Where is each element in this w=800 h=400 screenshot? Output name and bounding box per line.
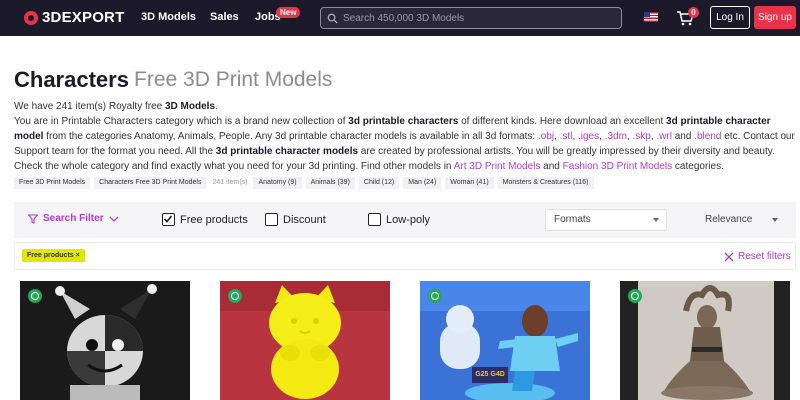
- free-products-label[interactable]: Free products: [180, 214, 248, 226]
- item-count: 241 item(s): [212, 179, 248, 186]
- product-image: G25 G4D: [420, 281, 590, 400]
- format-link-3dm[interactable]: .3dm: [605, 131, 627, 142]
- caret-down-icon: [772, 218, 778, 222]
- active-filters-bar: [14, 242, 796, 270]
- format-link-skp[interactable]: .skp: [632, 131, 650, 142]
- product-image-label: G25 G4D: [475, 371, 505, 378]
- breadcrumb: Free 3D Print Models Characters Free 3D …: [14, 177, 594, 191]
- signup-button[interactable]: Sign up: [754, 6, 796, 29]
- format-link-wrl[interactable]: .wrl: [656, 131, 672, 142]
- chevron-down-icon: [109, 216, 119, 222]
- format-link-blend[interactable]: .blend: [694, 131, 721, 142]
- format-link-obj[interactable]: .obj: [538, 131, 554, 142]
- login-button[interactable]: Log In: [710, 6, 750, 29]
- funnel-icon: [28, 213, 38, 224]
- format-link-iges[interactable]: .iges: [578, 131, 599, 142]
- subcategory-woman[interactable]: Woman (41): [445, 177, 494, 189]
- item-count-line: We have 241 item(s) Royalty free 3D Mode…: [14, 101, 218, 112]
- product-image: [620, 281, 790, 400]
- discount-checkbox[interactable]: [265, 213, 278, 226]
- logo-icon: [24, 10, 38, 25]
- product-card[interactable]: [620, 281, 790, 400]
- nav-sales[interactable]: Sales: [210, 11, 239, 23]
- printable-icon: [628, 289, 642, 303]
- free-products-checkbox[interactable]: [162, 213, 175, 226]
- format-link-stl[interactable]: .stl: [560, 131, 573, 142]
- discount-label[interactable]: Discount: [283, 214, 326, 226]
- caret-down-icon: [653, 218, 659, 222]
- printable-icon: [428, 289, 442, 303]
- nav-3d-models[interactable]: 3D Models: [141, 11, 196, 23]
- breadcrumb-item[interactable]: Free 3D Print Models: [14, 177, 91, 189]
- category-description: We have 241 item(s) Royalty free 3D Mode…: [14, 99, 796, 174]
- search-input[interactable]: [343, 12, 613, 24]
- art-category-link[interactable]: Art 3D Print Models: [454, 161, 541, 172]
- active-filter-tag[interactable]: Free products ×: [22, 249, 85, 262]
- fashion-category-link[interactable]: Fashion 3D Print Models: [563, 161, 673, 172]
- subcategory-animals[interactable]: Animals (39): [305, 177, 355, 189]
- product-image: [20, 281, 190, 400]
- page-title: Characters: [14, 67, 129, 92]
- logo-text: 3DEXPORT: [42, 9, 125, 26]
- lowpoly-checkbox[interactable]: [368, 213, 381, 226]
- subcategory-child[interactable]: Child (12): [358, 177, 400, 189]
- subcategory-anatomy[interactable]: Anatomy (9): [253, 177, 302, 189]
- relevance-select[interactable]: Relevance: [696, 209, 786, 231]
- new-badge: New: [276, 7, 301, 18]
- product-card[interactable]: G25 G4D: [420, 281, 590, 400]
- printable-icon: [228, 289, 242, 303]
- printable-icon: [28, 289, 42, 303]
- lowpoly-label[interactable]: Low-poly: [386, 214, 430, 226]
- product-card[interactable]: [220, 281, 390, 400]
- site-logo[interactable]: 3DEXPORT: [24, 9, 124, 26]
- close-icon: [724, 252, 734, 261]
- reset-filters-button[interactable]: Reset filters: [724, 251, 791, 262]
- formats-select[interactable]: Formats: [545, 209, 667, 231]
- checkmark-icon: [163, 215, 173, 223]
- search-box[interactable]: [320, 7, 622, 29]
- search-icon: [327, 13, 338, 24]
- cart-count-badge: 0: [688, 7, 699, 18]
- breadcrumb-item[interactable]: Characters Free 3D Print Models: [94, 177, 207, 189]
- us-flag-icon[interactable]: [644, 12, 658, 22]
- product-image: [220, 281, 390, 400]
- subcategory-man[interactable]: Man (24): [403, 177, 442, 189]
- intro-paragraph: You are in Printable Characters category…: [14, 116, 795, 172]
- subcategory-monsters[interactable]: Monsters & Creatures (116): [497, 177, 594, 189]
- product-card[interactable]: [20, 281, 190, 400]
- search-filter-toggle[interactable]: Search Filter: [28, 213, 119, 224]
- page-subtitle: Free 3D Print Models: [134, 68, 333, 91]
